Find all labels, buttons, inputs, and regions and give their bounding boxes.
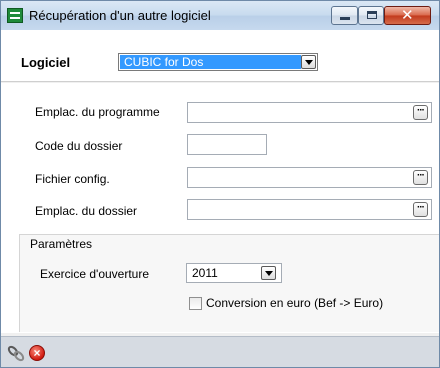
- logiciel-select[interactable]: CUBIC for Dos: [118, 53, 318, 71]
- cancel-icon: ×: [29, 345, 45, 361]
- close-button[interactable]: ✕: [384, 6, 431, 25]
- fichier-config-label: Fichier config.: [35, 172, 110, 186]
- window-title: Récupération d'un autre logiciel: [29, 8, 211, 23]
- emplac-dossier-input[interactable]: ···: [187, 199, 432, 220]
- form-area: Emplac. du programme ··· Code du dossier…: [1, 83, 439, 333]
- emplac-programme-label: Emplac. du programme: [35, 105, 160, 119]
- logiciel-header: Logiciel CUBIC for Dos: [1, 30, 439, 82]
- minimize-icon: [340, 17, 350, 20]
- dialog-window: Récupération d'un autre logiciel ✕ Logic…: [0, 0, 440, 368]
- bottom-toolbar: ×: [1, 336, 439, 367]
- minimize-button[interactable]: [331, 6, 358, 25]
- maximize-icon: [367, 11, 377, 19]
- chevron-down-icon[interactable]: [301, 55, 316, 69]
- browse-button[interactable]: ···: [413, 170, 428, 185]
- cancel-button[interactable]: ×: [27, 343, 47, 363]
- logiciel-label: Logiciel: [21, 55, 71, 70]
- emplac-programme-input[interactable]: ···: [187, 102, 432, 123]
- close-icon: ✕: [401, 7, 414, 24]
- fichier-config-input[interactable]: ···: [187, 167, 432, 188]
- title-bar[interactable]: Récupération d'un autre logiciel ✕: [1, 1, 439, 30]
- code-dossier-label: Code du dossier: [35, 139, 123, 153]
- link-icon: [7, 345, 25, 362]
- exercice-value: 2011: [192, 266, 218, 280]
- parametres-group: Paramètres Exercice d'ouverture 2011 Con…: [19, 234, 439, 332]
- link-button[interactable]: [6, 343, 26, 363]
- app-icon: [7, 8, 23, 23]
- chevron-down-icon[interactable]: [261, 266, 276, 280]
- parametres-title: Paramètres: [30, 237, 93, 251]
- logiciel-selected-value: CUBIC for Dos: [120, 55, 301, 69]
- browse-button[interactable]: ···: [413, 105, 428, 120]
- exercice-label: Exercice d'ouverture: [40, 267, 150, 281]
- maximize-button[interactable]: [358, 6, 384, 25]
- browse-button[interactable]: ···: [413, 202, 428, 217]
- conversion-label[interactable]: Conversion en euro (Bef -> Euro): [206, 296, 383, 310]
- exercice-select[interactable]: 2011: [186, 263, 282, 283]
- code-dossier-input[interactable]: [187, 134, 267, 155]
- conversion-checkbox[interactable]: [189, 297, 202, 310]
- emplac-dossier-label: Emplac. du dossier: [35, 204, 138, 218]
